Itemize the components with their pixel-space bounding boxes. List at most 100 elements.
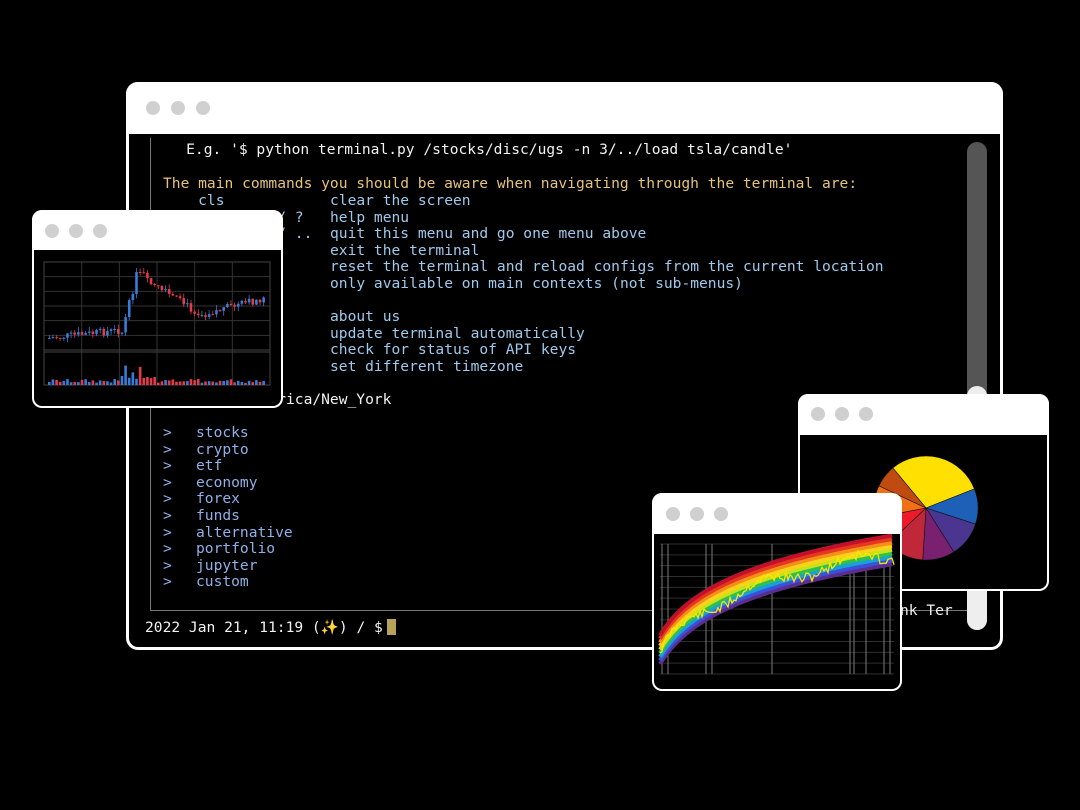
menu-item-crypto[interactable]: crypto	[196, 441, 249, 458]
volume-bar	[200, 382, 204, 385]
minimize-dot-icon[interactable]	[690, 507, 704, 521]
maximize-dot-icon[interactable]	[196, 101, 210, 115]
maximize-dot-icon[interactable]	[859, 407, 873, 421]
cursor-icon	[386, 619, 396, 635]
close-dot-icon[interactable]	[45, 224, 59, 238]
candle-body	[62, 337, 66, 339]
candle-body	[215, 310, 218, 315]
volume-bar	[218, 380, 222, 385]
menu-item-stocks[interactable]: stocks	[196, 424, 249, 441]
menu-item-forex[interactable]: forex	[196, 490, 240, 507]
menu-marker-icon: >	[163, 507, 172, 524]
command-description: update terminal automatically	[330, 324, 585, 342]
candle-body	[171, 293, 175, 296]
candle-body	[233, 304, 236, 307]
volume-bar	[87, 382, 91, 385]
candle-body	[51, 337, 55, 339]
menu-item-economy[interactable]: economy	[196, 474, 258, 491]
candle-body	[117, 328, 120, 334]
volume-bar	[120, 375, 124, 385]
volume-bar	[102, 381, 106, 385]
command-description: exit the terminal	[330, 241, 480, 259]
command-description: set different timezone	[330, 358, 524, 375]
candle-body	[157, 285, 160, 287]
command-description: quit this menu and go one menu above	[330, 225, 647, 243]
side-text: nk Ter	[900, 602, 953, 619]
close-dot-icon[interactable]	[146, 101, 160, 115]
command-key: cls	[163, 192, 225, 209]
command-description: reset the terminal and reload configs fr…	[330, 258, 884, 276]
menu-item-etf[interactable]: etf	[196, 457, 222, 474]
volume-bar	[229, 379, 233, 385]
minimize-dot-icon[interactable]	[69, 224, 83, 238]
maximize-dot-icon[interactable]	[93, 224, 107, 238]
candle-body	[98, 328, 102, 330]
volume-bar	[48, 382, 51, 385]
candle-body	[138, 272, 142, 274]
menu-marker-icon: >	[163, 473, 172, 491]
menu-item-jupyter[interactable]: jupyter	[196, 557, 258, 574]
candle-body	[77, 332, 80, 335]
volume-bar	[69, 382, 73, 385]
volume-bar	[124, 365, 127, 385]
candle-body	[102, 328, 106, 336]
volume-bar	[244, 382, 247, 385]
menu-item-portfolio[interactable]: portfolio	[196, 540, 275, 557]
candle-body	[153, 284, 156, 286]
candle-body	[175, 295, 178, 297]
volume-bar	[117, 380, 120, 385]
candle-titlebar	[32, 210, 283, 250]
rainbow-chart-window	[652, 493, 902, 691]
volume-bar	[258, 381, 262, 385]
candle-body	[80, 332, 84, 335]
volume-bar	[207, 381, 211, 385]
volume-bar	[109, 382, 113, 385]
minimize-dot-icon[interactable]	[171, 101, 185, 115]
menu-marker-icon: >	[163, 573, 172, 591]
candle-body	[91, 331, 95, 335]
candle-body	[84, 332, 87, 335]
minimize-dot-icon[interactable]	[835, 407, 849, 421]
candle-body	[207, 314, 211, 317]
rainbow-chart	[658, 534, 895, 675]
candle-body	[236, 303, 240, 307]
close-dot-icon[interactable]	[666, 507, 680, 521]
close-dot-icon[interactable]	[811, 407, 825, 421]
candle-body	[135, 272, 138, 294]
volume-bar	[178, 381, 182, 385]
candle-body	[196, 313, 200, 316]
menu-marker-icon: >	[163, 440, 172, 458]
menu-item-funds[interactable]: funds	[196, 507, 240, 524]
candle-body	[149, 278, 153, 285]
terminal-titlebar	[126, 82, 1003, 134]
candle-body	[226, 303, 229, 308]
menu-marker-icon: >	[163, 523, 172, 541]
candle-body	[124, 317, 127, 333]
volume-bar	[160, 381, 164, 385]
volume-bar	[135, 378, 138, 385]
command-description: check for status of API keys	[330, 341, 577, 359]
candle-body	[95, 329, 98, 335]
candle-body	[73, 332, 77, 335]
candle-body	[127, 300, 131, 318]
pie-titlebar	[798, 394, 1049, 435]
candle-body	[240, 300, 244, 304]
volume-bar	[73, 381, 77, 385]
intro-line: The main commands you should be aware wh…	[163, 175, 858, 192]
menu-item-custom[interactable]: custom	[196, 573, 249, 590]
volume-bar	[157, 382, 160, 385]
menu-item-alternative[interactable]: alternative	[196, 524, 293, 541]
volume-bar	[251, 382, 255, 385]
menu-marker-icon: >	[163, 556, 172, 574]
volume-bar	[77, 382, 80, 385]
maximize-dot-icon[interactable]	[714, 507, 728, 521]
candle-body	[262, 297, 265, 303]
command-prompt[interactable]: 2022 Jan 21, 11:19 (✨) / $	[145, 618, 396, 636]
menu-marker-icon: >	[163, 540, 172, 558]
volume-bar	[106, 381, 109, 385]
command-description: about us	[330, 308, 401, 326]
candle-body	[58, 337, 62, 339]
candle-body	[146, 272, 149, 279]
candle-body	[200, 315, 204, 317]
volume-bar	[226, 380, 229, 385]
